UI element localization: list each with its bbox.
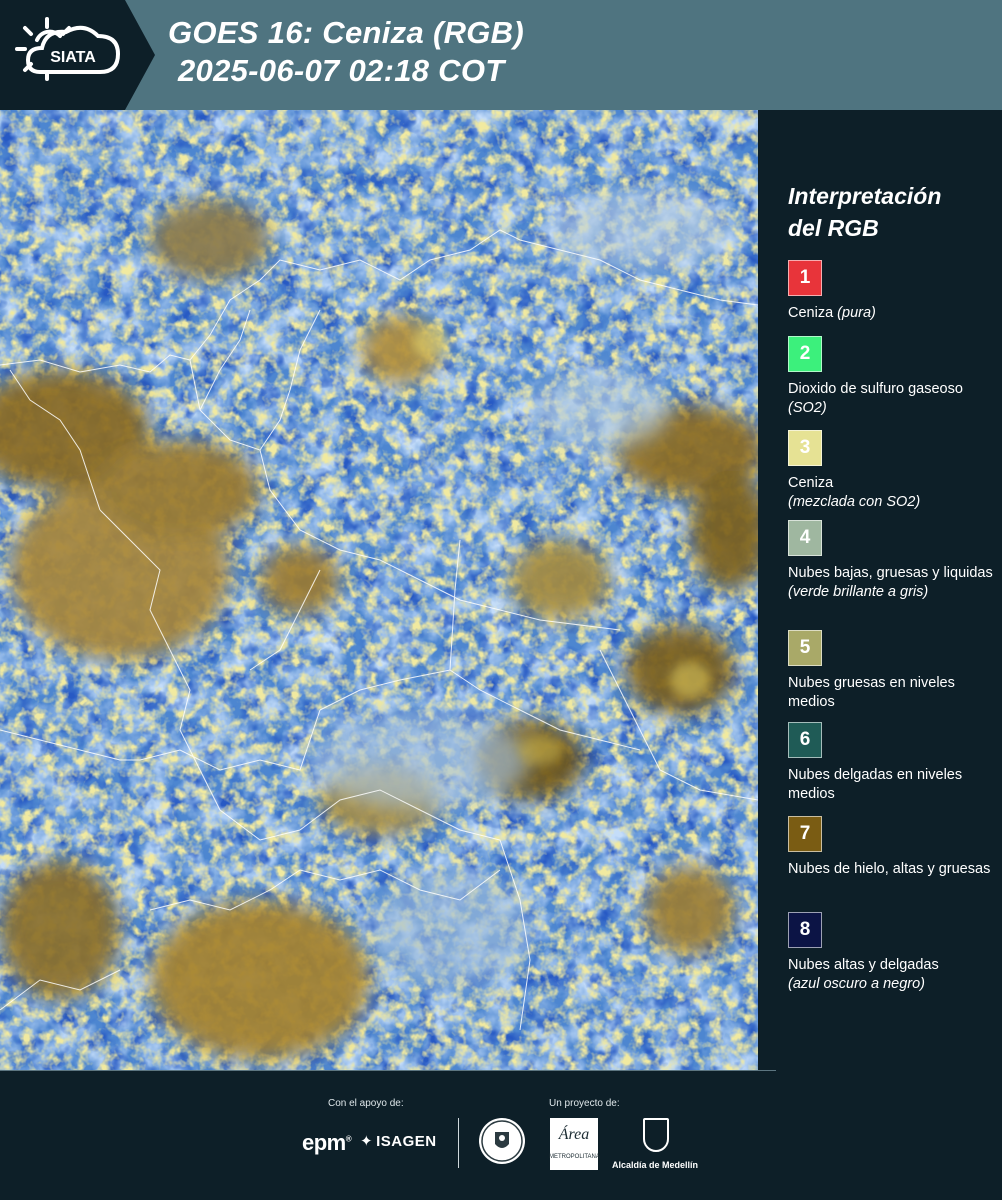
isagen-logo: ✦ ISAGEN [360,1133,437,1150]
university-seal-logo [479,1118,525,1164]
footer: Con el apoyo de: Un proyecto de: epm® ✦ I… [0,1070,1002,1200]
legend-swatch: 1 [788,260,822,296]
area-metropolitana-logo: Área [550,1118,598,1170]
alcaldia-logo-label: Alcaldía de Medellín [612,1160,699,1170]
legend-label: Nubes de hielo, altas y gruesas [788,861,991,877]
siata-logo: SIATA [0,0,155,110]
legend-label: Nubes altas y delgadas (azul oscuro a neg… [788,957,939,992]
legend-item-6: 6 Nubes delgadas en niveles medios [788,722,998,804]
legend-swatch: 8 [788,912,822,948]
legend-label: Nubes delgadas en niveles medios [788,767,963,802]
page-title: GOES 16: Ceniza (RGB) 2025-06-07 02:18 C… [168,14,524,90]
title-product: GOES 16: Ceniza (RGB) [168,15,524,50]
legend-swatch: 3 [788,430,822,466]
legend-swatch: 2 [788,336,822,372]
legend-title: Interpretación del RGB [788,180,941,244]
legend-item-2: 2 Dioxido de sulfuro gaseoso (SO2) [788,336,998,418]
support-label: Con el apoyo de: [328,1098,404,1109]
legend-swatch: 4 [788,520,822,556]
svg-text:SIATA: SIATA [50,49,96,66]
area-metropolitana-subtitle: METROPOLITANA [549,1154,600,1160]
alcaldia-shield-icon [643,1118,669,1152]
legend-swatch: 6 [788,722,822,758]
legend-title-line2: del RGB [788,215,879,241]
project-label: Un proyecto de: [549,1098,620,1109]
epm-logo: epm® [302,1130,352,1155]
title-timestamp: 2025-06-07 02:18 COT [178,53,505,88]
footer-vertical-divider [458,1118,459,1168]
legend-title-line1: Interpretación [788,183,942,209]
legend-label: Ceniza (pura) [788,305,876,321]
legend-item-1: 1 Ceniza (pura) [788,260,998,323]
legend-label: Nubes gruesas en niveles medios [788,675,955,710]
legend-label: Ceniza (mezclada con SO2) [788,475,921,510]
satellite-image [0,110,758,1070]
legend-item-7: 7 Nubes de hielo, altas y gruesas [788,816,998,879]
isagen-mark-icon: ✦ [360,1133,374,1150]
legend-item-8: 8 Nubes altas y delgadas (azul oscuro a n… [788,912,998,994]
footer-divider [0,1070,776,1071]
legend-swatch: 7 [788,816,822,852]
rgb-legend: Interpretación del RGB 1 Ceniza (pura) 2… [758,110,1002,1070]
legend-label: Dioxido de sulfuro gaseoso (SO2) [788,381,963,416]
legend-label: Nubes bajas, gruesas y liquidas (verde br… [788,565,993,600]
header-bar: SIATA GOES 16: Ceniza (RGB) 2025-06-07 0… [0,0,1002,110]
legend-item-3: 3 Ceniza (mezclada con SO2) [788,430,998,512]
legend-item-4: 4 Nubes bajas, gruesas y liquidas (verde … [788,520,998,602]
legend-swatch: 5 [788,630,822,666]
legend-item-5: 5 Nubes gruesas en niveles medios [788,630,998,712]
